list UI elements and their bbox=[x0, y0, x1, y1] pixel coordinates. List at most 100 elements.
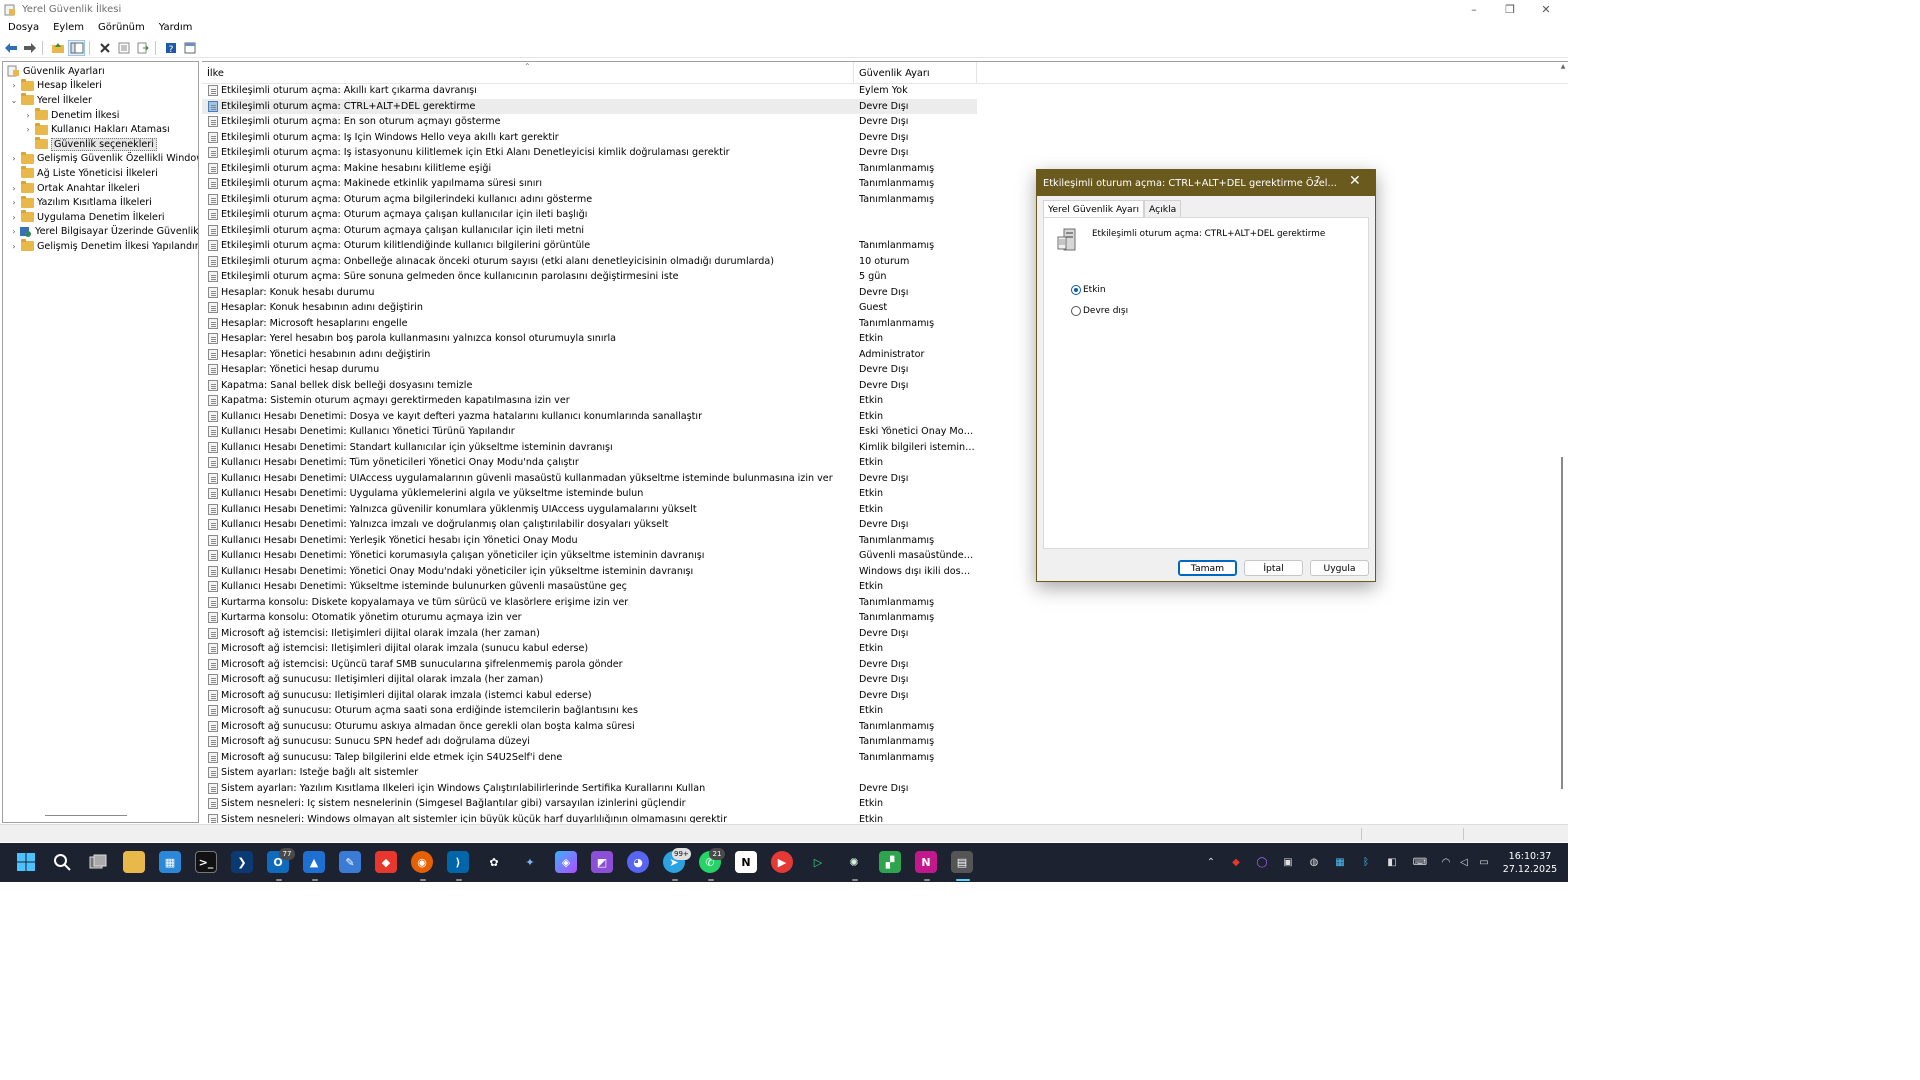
tree-item-label[interactable]: Hesap İlkeleri bbox=[37, 80, 102, 91]
tree-item-label[interactable]: Gelişmiş Denetim İlkesi Yapılandırmas bbox=[37, 241, 198, 252]
forward-icon[interactable] bbox=[21, 40, 38, 56]
tray-bluetooth-icon[interactable]: ᛒ bbox=[1360, 856, 1372, 868]
collapsed-chevron-icon[interactable]: › bbox=[23, 111, 33, 120]
security-setting-cell[interactable]: Tanımlanmamış bbox=[859, 194, 975, 205]
policy-name-cell[interactable]: Etkileşimli oturum açma: En son oturum a… bbox=[221, 116, 859, 127]
security-setting-cell[interactable]: Etkin bbox=[859, 581, 975, 592]
photos-icon[interactable]: ▲ bbox=[303, 851, 325, 873]
security-setting-cell[interactable]: Etkin bbox=[859, 705, 975, 716]
policy-name-cell[interactable]: Etkileşimli oturum açma: Oturum açma bil… bbox=[221, 194, 859, 205]
policy-name-cell[interactable]: Microsoft ağ sunucusu: Oturum açma saati… bbox=[221, 705, 859, 716]
table-row[interactable]: Kapatma: Sanal bellek disk belleği dosya… bbox=[202, 378, 977, 394]
youtube-music-icon[interactable]: ▶ bbox=[771, 851, 793, 873]
security-setting-cell[interactable]: Devre Dışı bbox=[859, 116, 975, 127]
minimize-button[interactable]: – bbox=[1456, 0, 1492, 19]
policy-name-cell[interactable]: Kurtarma konsolu: Otomatik yönetim oturu… bbox=[221, 612, 859, 623]
security-setting-cell[interactable]: Tanımlanmamış bbox=[859, 240, 975, 251]
tree-item[interactable]: Güvenlik Ayarları bbox=[7, 64, 105, 79]
security-setting-cell[interactable]: Devre Dışı bbox=[859, 519, 975, 530]
maximize-button[interactable]: ❐ bbox=[1492, 0, 1528, 19]
security-setting-cell[interactable]: Güvenli masaüstünde ki... bbox=[859, 550, 975, 561]
security-setting-cell[interactable]: Tanımlanmamış bbox=[859, 752, 975, 763]
list-vertical-scrollbar[interactable]: ▲ bbox=[1558, 62, 1568, 823]
task-view-icon[interactable] bbox=[87, 851, 109, 873]
security-setting-cell[interactable]: 10 oturum bbox=[859, 256, 975, 267]
table-row[interactable]: Microsoft ağ sunucusu: Oturum açma saati… bbox=[202, 703, 977, 719]
up-folder-icon[interactable] bbox=[49, 40, 66, 56]
policy-name-cell[interactable]: Hesaplar: Yönetici hesabının adını değiş… bbox=[221, 349, 859, 360]
radio-disabled-row[interactable]: Devre dışı bbox=[1071, 306, 1128, 316]
vscode-icon[interactable]: ⟩ bbox=[447, 851, 469, 873]
scroll-up-icon[interactable]: ▲ bbox=[1559, 63, 1567, 71]
security-setting-cell[interactable]: Kimlik bilgileri istemind... bbox=[859, 442, 975, 453]
table-row[interactable]: Etkileşimli oturum açma: Makine hesabını… bbox=[202, 161, 977, 177]
policy-name-cell[interactable]: Kurtarma konsolu: Diskete kopyalamaya ve… bbox=[221, 597, 859, 608]
terminal-icon[interactable]: >_ bbox=[195, 851, 217, 873]
policy-name-cell[interactable]: Sistem nesneleri: Windows olmayan alt si… bbox=[221, 814, 859, 823]
android-studio-icon[interactable]: ▷ bbox=[807, 851, 829, 873]
policy-name-cell[interactable]: Kullanıcı Hesabı Denetimi: Yönetici Onay… bbox=[221, 566, 859, 577]
security-setting-cell[interactable]: Administrator bbox=[859, 349, 975, 360]
tree-item-label[interactable]: Güvenlik Ayarları bbox=[23, 66, 105, 77]
radio-disabled-label[interactable]: Devre dışı bbox=[1083, 306, 1128, 316]
security-setting-cell[interactable]: Devre Dışı bbox=[859, 473, 975, 484]
table-row[interactable]: Etkileşimli oturum açma: İş İçin Windows… bbox=[202, 130, 977, 146]
table-row[interactable]: Kullanıcı Hesabı Denetimi: Yönetici koru… bbox=[202, 548, 977, 564]
table-row[interactable]: Hesaplar: Yönetici hesabının adını değiş… bbox=[202, 347, 977, 363]
table-row[interactable]: Etkileşimli oturum açma: Makinede etkinl… bbox=[202, 176, 977, 192]
security-setting-cell[interactable]: Devre Dışı bbox=[859, 659, 975, 670]
microsoft-store-icon[interactable]: ▦ bbox=[159, 851, 181, 873]
policy-name-cell[interactable]: Hesaplar: Yerel hesabın boş parola kulla… bbox=[221, 333, 859, 344]
policy-name-cell[interactable]: Kapatma: Sanal bellek disk belleği dosya… bbox=[221, 380, 859, 391]
menu-view[interactable]: Görünüm bbox=[92, 22, 151, 33]
table-row[interactable]: Kurtarma konsolu: Otomatik yönetim oturu… bbox=[202, 610, 977, 626]
policy-name-cell[interactable]: Kullanıcı Hesabı Denetimi: Tüm yöneticil… bbox=[221, 457, 859, 468]
table-row[interactable]: Etkileşimli oturum açma: Akıllı kart çık… bbox=[202, 83, 977, 99]
table-row[interactable]: Kullanıcı Hesabı Denetimi: Yönetici Onay… bbox=[202, 564, 977, 580]
table-row[interactable]: Microsoft ağ sunucusu: Talep bilgilerini… bbox=[202, 750, 977, 766]
policy-name-cell[interactable]: Microsoft ağ sunucusu: İletişimleri diji… bbox=[221, 690, 859, 701]
policy-name-cell[interactable]: Microsoft ağ sunucusu: Talep bilgilerini… bbox=[221, 752, 859, 763]
security-setting-cell[interactable]: 5 gün bbox=[859, 271, 975, 282]
table-row[interactable]: Etkileşimli oturum açma: Oturum açmaya ç… bbox=[202, 207, 977, 223]
search-icon[interactable] bbox=[51, 851, 73, 873]
collapsed-chevron-icon[interactable]: › bbox=[9, 184, 19, 193]
table-row[interactable]: Hesaplar: Konuk hesabı durumu Devre Dışı bbox=[202, 285, 977, 301]
table-row[interactable]: Etkileşimli oturum açma: CTRL+ALT+DEL ge… bbox=[202, 98, 977, 114]
tree-horizontal-scrollbar[interactable] bbox=[45, 815, 127, 816]
table-row[interactable]: Kullanıcı Hesabı Denetimi: Yerleşik Yöne… bbox=[202, 533, 977, 549]
apply-button[interactable]: Uygula bbox=[1310, 560, 1369, 576]
table-row[interactable]: Microsoft ağ sunucusu: Sunucu SPN hedef … bbox=[202, 734, 977, 750]
onenote-icon[interactable]: N bbox=[915, 851, 937, 873]
policy-name-cell[interactable]: Kullanıcı Hesabı Denetimi: Yalnızca güve… bbox=[221, 504, 859, 515]
policy-name-cell[interactable]: Microsoft ağ istemcisi: İletişimleri dij… bbox=[221, 628, 859, 639]
table-row[interactable]: Etkileşimli oturum açma: Önbelleğe alına… bbox=[202, 254, 977, 270]
properties-icon[interactable] bbox=[115, 40, 132, 56]
security-setting-cell[interactable]: Tanımlanmamış bbox=[859, 163, 975, 174]
security-setting-cell[interactable]: Devre Dışı bbox=[859, 287, 975, 298]
table-row[interactable]: Kullanıcı Hesabı Denetimi: Kullanıcı Yön… bbox=[202, 424, 977, 440]
back-icon[interactable] bbox=[2, 40, 19, 56]
policy-name-cell[interactable]: Sistem ayarları: İsteğe bağlı alt sistem… bbox=[221, 767, 859, 778]
table-row[interactable]: Kullanıcı Hesabı Denetimi: Yalnızca güve… bbox=[202, 502, 977, 518]
chatgpt-icon[interactable]: ✿ bbox=[483, 851, 505, 873]
table-row[interactable]: Etkileşimli oturum açma: Oturum açma bil… bbox=[202, 192, 977, 208]
tree-item[interactable]: › Hesap İlkeleri bbox=[9, 78, 102, 94]
policy-name-cell[interactable]: Etkileşimli oturum açma: Süre sonuna gel… bbox=[221, 271, 859, 282]
close-window-button[interactable]: ✕ bbox=[1528, 0, 1564, 19]
table-row[interactable]: Kullanıcı Hesabı Denetimi: Dosya ve kayı… bbox=[202, 409, 977, 425]
onenote-like-icon[interactable]: ◩ bbox=[591, 851, 613, 873]
table-row[interactable]: Kullanıcı Hesabı Denetimi: Yalnızca imza… bbox=[202, 517, 977, 533]
collapsed-chevron-icon[interactable]: › bbox=[9, 242, 19, 251]
policy-name-cell[interactable]: Kullanıcı Hesabı Denetimi: Yükseltme ist… bbox=[221, 581, 859, 592]
table-row[interactable]: Kullanıcı Hesabı Denetimi: Tüm yöneticil… bbox=[202, 455, 977, 471]
security-setting-cell[interactable]: Etkin bbox=[859, 333, 975, 344]
tree-item-label[interactable]: Yerel Bilgisayar Üzerinde Güvenlik İlke bbox=[35, 226, 198, 237]
tree-item[interactable]: › Kullanıcı Hakları Ataması bbox=[23, 122, 170, 137]
radio-enabled-label[interactable]: Etkin bbox=[1083, 285, 1106, 295]
table-row[interactable]: Sistem ayarları: Yazılım Kısıtlama İlkel… bbox=[202, 781, 977, 797]
tree-item[interactable]: › Yazılım Kısıtlama İlkeleri bbox=[9, 195, 152, 210]
policy-name-cell[interactable]: Etkileşimli oturum açma: Oturum açmaya ç… bbox=[221, 225, 859, 236]
scrollbar-thumb[interactable] bbox=[1561, 457, 1563, 789]
table-row[interactable]: Microsoft ağ istemcisi: İletişimleri dij… bbox=[202, 641, 977, 657]
